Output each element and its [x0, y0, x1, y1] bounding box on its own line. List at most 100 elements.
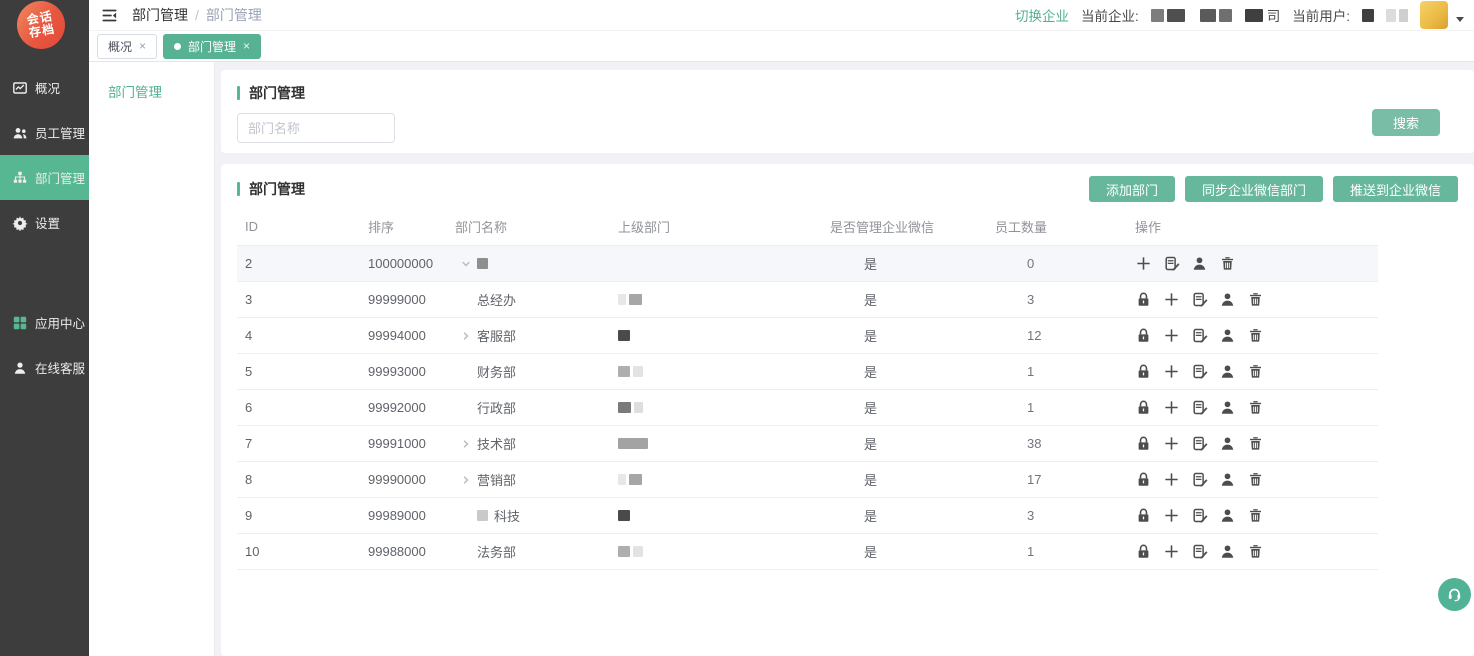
department-name-text: 营销部	[477, 470, 516, 489]
breadcrumb-separator: /	[195, 7, 199, 23]
app-logo: 会话 存档	[13, 0, 69, 53]
members-icon[interactable]	[1219, 327, 1236, 344]
add-sub-department-icon[interactable]	[1163, 291, 1180, 308]
cell-actions	[1120, 399, 1378, 416]
add-sub-department-icon[interactable]	[1163, 399, 1180, 416]
edit-icon[interactable]	[1191, 399, 1208, 416]
lock-icon[interactable]	[1135, 507, 1152, 524]
members-icon[interactable]	[1219, 471, 1236, 488]
add-sub-department-icon[interactable]	[1163, 435, 1180, 452]
search-button[interactable]: 搜索	[1372, 109, 1440, 136]
members-icon[interactable]	[1219, 399, 1236, 416]
cell-department-name	[455, 258, 610, 270]
members-icon[interactable]	[1219, 363, 1236, 380]
add-sub-department-icon[interactable]	[1163, 327, 1180, 344]
menu-fold-icon[interactable]	[101, 7, 118, 24]
sidebar-item-departments[interactable]: 部门管理	[0, 155, 89, 200]
cell-employee-count: 3	[985, 292, 1120, 307]
lock-icon[interactable]	[1135, 435, 1152, 452]
expand-toggle-icon[interactable]	[455, 438, 477, 450]
delete-icon[interactable]	[1247, 363, 1264, 380]
collapse-toggle-icon[interactable]	[455, 258, 477, 270]
members-icon[interactable]	[1219, 435, 1236, 452]
title-accent-bar	[237, 86, 240, 100]
lock-icon[interactable]	[1135, 363, 1152, 380]
cell-actions	[1120, 291, 1378, 308]
lock-icon[interactable]	[1135, 471, 1152, 488]
cell-actions	[1120, 363, 1378, 380]
cell-id: 8	[237, 472, 360, 487]
cell-employee-count: 17	[985, 472, 1120, 487]
delete-icon[interactable]	[1247, 435, 1264, 452]
members-icon[interactable]	[1191, 255, 1208, 272]
delete-icon[interactable]	[1247, 327, 1264, 344]
lock-icon[interactable]	[1135, 291, 1152, 308]
tab-departments[interactable]: 部门管理 ×	[163, 34, 261, 59]
edit-icon[interactable]	[1191, 471, 1208, 488]
lock-icon[interactable]	[1135, 399, 1152, 416]
delete-icon[interactable]	[1247, 507, 1264, 524]
delete-icon[interactable]	[1219, 255, 1236, 272]
delete-icon[interactable]	[1247, 291, 1264, 308]
redacted-company-name	[1151, 9, 1263, 22]
cell-parent-department	[610, 474, 820, 485]
support-float-button[interactable]	[1438, 578, 1471, 611]
edit-icon[interactable]	[1191, 435, 1208, 452]
push-to-wechat-button[interactable]: 推送到企业微信	[1333, 176, 1458, 202]
expand-toggle-icon[interactable]	[455, 474, 477, 486]
edit-icon[interactable]	[1191, 507, 1208, 524]
user-avatar[interactable]	[1420, 1, 1448, 29]
add-sub-department-icon[interactable]	[1163, 507, 1180, 524]
close-icon[interactable]: ×	[139, 39, 146, 53]
sidebar-item-label: 部门管理	[35, 168, 85, 187]
topbar: 部门管理 / 部门管理 切换企业 当前企业: 司 当前用户:	[89, 0, 1474, 31]
sidebar-item-label: 概况	[35, 78, 60, 97]
active-dot	[174, 43, 181, 50]
cell-employee-count: 1	[985, 364, 1120, 379]
delete-icon[interactable]	[1247, 543, 1264, 560]
tab-overview[interactable]: 概况 ×	[97, 34, 157, 59]
sync-wechat-departments-button[interactable]: 同步企业微信部门	[1185, 176, 1323, 202]
caret-down-icon[interactable]	[1456, 17, 1464, 22]
edit-icon[interactable]	[1163, 255, 1180, 272]
add-sub-department-icon[interactable]	[1163, 471, 1180, 488]
edit-icon[interactable]	[1191, 291, 1208, 308]
subsidebar-item-departments[interactable]: 部门管理	[89, 62, 214, 101]
sidebar-spacer	[0, 245, 89, 300]
expand-toggle-icon[interactable]	[455, 330, 477, 342]
switch-company-link[interactable]: 切换企业	[1015, 5, 1069, 25]
tab-label: 部门管理	[188, 38, 236, 55]
sidebar-item-overview[interactable]: 概况	[0, 65, 89, 110]
members-icon[interactable]	[1219, 291, 1236, 308]
edit-icon[interactable]	[1191, 363, 1208, 380]
add-sub-department-icon[interactable]	[1163, 363, 1180, 380]
sidebar-item-employees[interactable]: 员工管理	[0, 110, 89, 155]
close-icon[interactable]: ×	[243, 39, 250, 53]
column-header-parent: 上级部门	[610, 217, 820, 236]
members-icon[interactable]	[1219, 507, 1236, 524]
sidebar-item-label: 应用中心	[35, 313, 85, 332]
departments-icon	[12, 170, 28, 186]
breadcrumb-item-current: 部门管理	[206, 5, 262, 25]
add-department-button[interactable]: 添加部门	[1089, 176, 1175, 202]
lock-icon[interactable]	[1135, 327, 1152, 344]
cell-department-name: 科技	[455, 506, 610, 525]
online-support-icon	[12, 360, 28, 376]
delete-icon[interactable]	[1247, 471, 1264, 488]
edit-icon[interactable]	[1191, 543, 1208, 560]
cell-sort: 99993000	[360, 364, 455, 379]
sidebar-item-settings[interactable]: 设置	[0, 200, 89, 245]
title-accent-bar	[237, 182, 240, 196]
lock-icon[interactable]	[1135, 543, 1152, 560]
members-icon[interactable]	[1219, 543, 1236, 560]
edit-icon[interactable]	[1191, 327, 1208, 344]
breadcrumb-item[interactable]: 部门管理	[132, 5, 188, 25]
sidebar-item-app-center[interactable]: 应用中心	[0, 300, 89, 345]
add-sub-department-icon[interactable]	[1135, 255, 1152, 272]
add-sub-department-icon[interactable]	[1163, 543, 1180, 560]
sidebar-item-online-support[interactable]: 在线客服	[0, 345, 89, 390]
department-name-input[interactable]	[237, 113, 395, 143]
cell-id: 4	[237, 328, 360, 343]
delete-icon[interactable]	[1247, 399, 1264, 416]
table-row: 599993000财务部是1	[237, 354, 1378, 390]
